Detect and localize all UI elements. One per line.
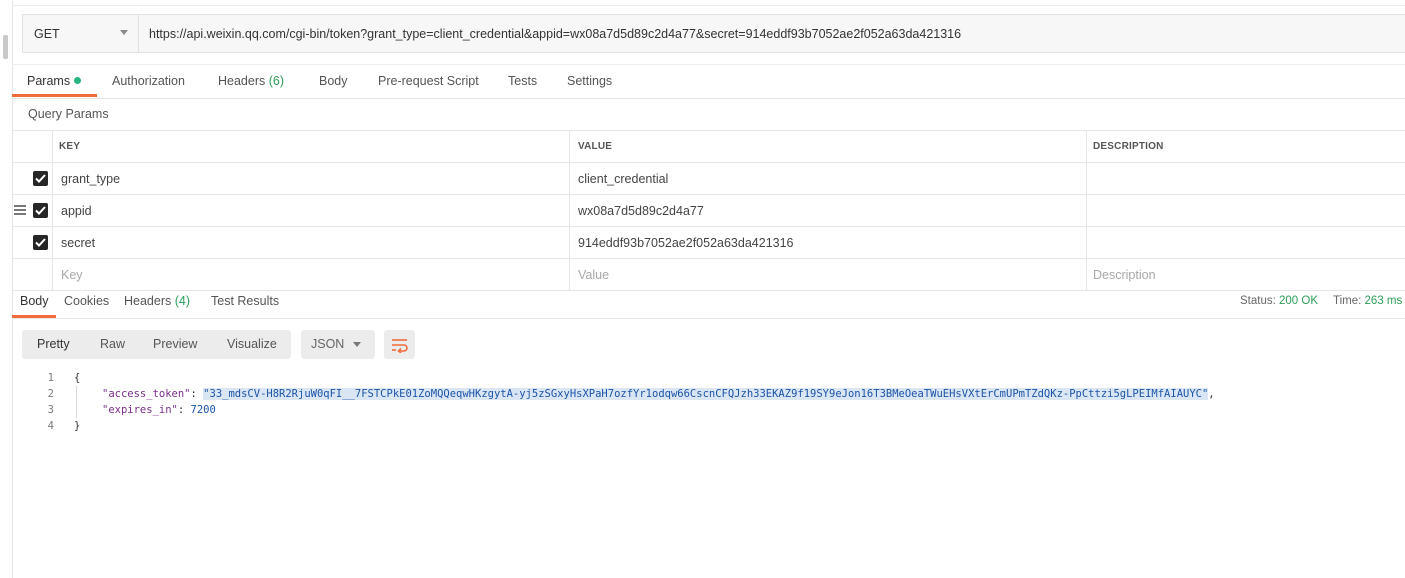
code-text: "access_token": "33_mdsCV-H8R2RjuW0qFI__… — [102, 386, 1215, 402]
param-key[interactable]: grant_type — [52, 163, 569, 194]
tab-label: Params — [27, 74, 71, 88]
checkbox-cell — [12, 163, 52, 194]
divider — [12, 5, 1405, 6]
json-separator: : — [190, 388, 204, 400]
active-response-tab-indicator — [12, 315, 56, 318]
column-header-value: VALUE — [569, 131, 1086, 162]
response-tabs: Body Cookies Headers (4) Test Results St… — [12, 286, 1405, 319]
column-header-key: KEY — [52, 131, 569, 162]
format-select[interactable]: JSON — [301, 330, 375, 359]
method-select[interactable]: GET — [23, 15, 139, 52]
line-number: 3 — [47, 404, 54, 416]
tab-authorization[interactable]: Authorization — [112, 74, 185, 88]
code-text: { — [74, 370, 80, 386]
table-row: appid wx08a7d5d89c2d4a77 — [12, 195, 1405, 227]
param-value[interactable]: client_credential — [569, 163, 1086, 194]
time-value[interactable]: 263 ms — [1365, 295, 1403, 307]
tab-response-body[interactable]: Body — [20, 294, 49, 308]
tab-response-headers[interactable]: Headers (4) — [124, 294, 190, 308]
wrap-lines-icon — [391, 338, 408, 353]
tab-pre-request-script[interactable]: Pre-request Script — [378, 74, 479, 88]
checkbox-cell — [12, 195, 52, 226]
tab-headers[interactable]: Headers (6) — [218, 74, 284, 88]
url-input[interactable]: https://api.weixin.qq.com/cgi-bin/token?… — [139, 15, 961, 52]
response-time: Time: 263 ms — [1333, 295, 1402, 307]
wrap-lines-button[interactable] — [384, 330, 415, 359]
tab-label: Body — [20, 294, 49, 308]
column-header-description: DESCRIPTION — [1086, 131, 1405, 162]
status-label: Status: — [1240, 295, 1276, 307]
param-value[interactable]: 914eddf93b7052ae2f052a63da421316 — [569, 227, 1086, 258]
param-description[interactable] — [1086, 195, 1405, 226]
json-separator: : — [177, 404, 191, 416]
param-key[interactable]: secret — [52, 227, 569, 258]
json-brace: } — [74, 420, 81, 432]
tab-params[interactable]: Params — [27, 74, 82, 88]
param-key[interactable]: appid — [52, 195, 569, 226]
json-number-value: 7200 — [190, 404, 216, 416]
line-number: 2 — [47, 388, 54, 400]
json-key: "expires_in" — [102, 404, 178, 416]
table-row: grant_type client_credential — [12, 163, 1405, 195]
sidebar-scrollbar[interactable] — [3, 35, 8, 59]
tab-settings[interactable]: Settings — [567, 74, 612, 88]
json-comma: , — [1208, 388, 1215, 400]
mode-raw-button[interactable]: Raw — [100, 337, 125, 351]
active-tab-indicator — [12, 94, 97, 97]
active-dot-icon — [74, 77, 82, 84]
row-checkbox[interactable] — [33, 235, 48, 250]
checkmark-icon — [35, 174, 46, 183]
param-description[interactable] — [1086, 227, 1405, 258]
mode-preview-button[interactable]: Preview — [153, 337, 197, 351]
request-tabs: Params Authorization Headers (6) Body Pr… — [12, 64, 1405, 99]
tab-test-results[interactable]: Test Results — [211, 294, 279, 308]
chevron-down-icon — [120, 30, 128, 35]
tab-label: Authorization — [112, 74, 185, 88]
tab-body[interactable]: Body — [319, 74, 348, 88]
line-number: 4 — [47, 420, 54, 432]
response-status: Status: 200 OK — [1240, 295, 1318, 307]
view-mode-group: Pretty Raw Preview Visualize — [22, 330, 291, 359]
code-text: "expires_in": 7200 — [102, 402, 216, 418]
time-label: Time: — [1333, 295, 1362, 307]
status-value[interactable]: 200 OK — [1279, 295, 1318, 307]
checkmark-icon — [35, 238, 46, 247]
tab-label: Tests — [508, 74, 538, 88]
tab-label: Headers — [124, 294, 172, 308]
tab-label: Test Results — [211, 294, 280, 308]
tab-count: (6) — [268, 74, 285, 88]
tab-label: Cookies — [64, 294, 110, 308]
request-url-bar: GET https://api.weixin.qq.com/cgi-bin/to… — [22, 14, 1405, 53]
line-number: 1 — [47, 372, 54, 384]
tab-cookies[interactable]: Cookies — [64, 294, 109, 308]
tab-label: Pre-request Script — [378, 74, 479, 88]
checkbox-cell — [12, 227, 52, 258]
json-brace: { — [74, 372, 81, 384]
table-header: KEY VALUE DESCRIPTION — [12, 131, 1405, 163]
query-params-title: Query Params — [28, 107, 109, 121]
row-checkbox[interactable] — [33, 171, 48, 186]
tab-count: (4) — [174, 294, 191, 308]
format-label: JSON — [311, 337, 345, 351]
table-row: secret 914eddf93b7052ae2f052a63da421316 — [12, 227, 1405, 259]
params-table: KEY VALUE DESCRIPTION grant_type client_… — [12, 130, 1405, 291]
json-string-value[interactable]: "33_mdsCV-H8R2RjuW0qFI__7FSTCPkE01ZoMQQe… — [203, 388, 1209, 400]
code-text: } — [74, 418, 80, 434]
tab-label: Settings — [567, 74, 613, 88]
json-key: "access_token" — [102, 388, 191, 400]
drag-handle-icon[interactable] — [14, 205, 26, 216]
tab-label: Headers — [218, 74, 266, 88]
checkmark-icon — [35, 206, 46, 215]
tab-label: Body — [319, 74, 348, 88]
method-label: GET — [34, 26, 60, 41]
param-value[interactable]: wx08a7d5d89c2d4a77 — [569, 195, 1086, 226]
indent-guide — [76, 386, 77, 418]
header-checkbox-cell — [12, 131, 52, 162]
tab-tests[interactable]: Tests — [508, 74, 537, 88]
mode-visualize-button[interactable]: Visualize — [227, 337, 277, 351]
row-checkbox[interactable] — [33, 203, 48, 218]
chevron-down-icon — [353, 342, 361, 347]
param-description[interactable] — [1086, 163, 1405, 194]
mode-pretty-button[interactable]: Pretty — [37, 337, 70, 351]
